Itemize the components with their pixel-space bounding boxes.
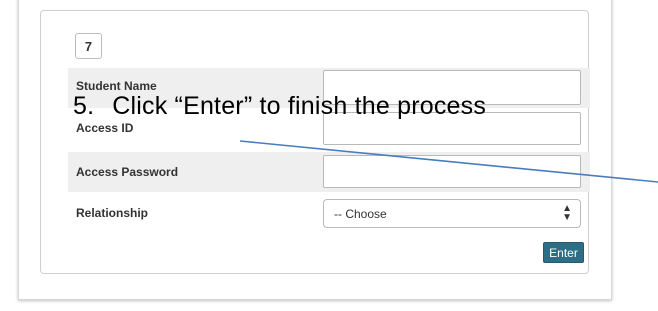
pointer-line-overlay [239, 140, 658, 183]
pointer-line [239, 140, 658, 183]
